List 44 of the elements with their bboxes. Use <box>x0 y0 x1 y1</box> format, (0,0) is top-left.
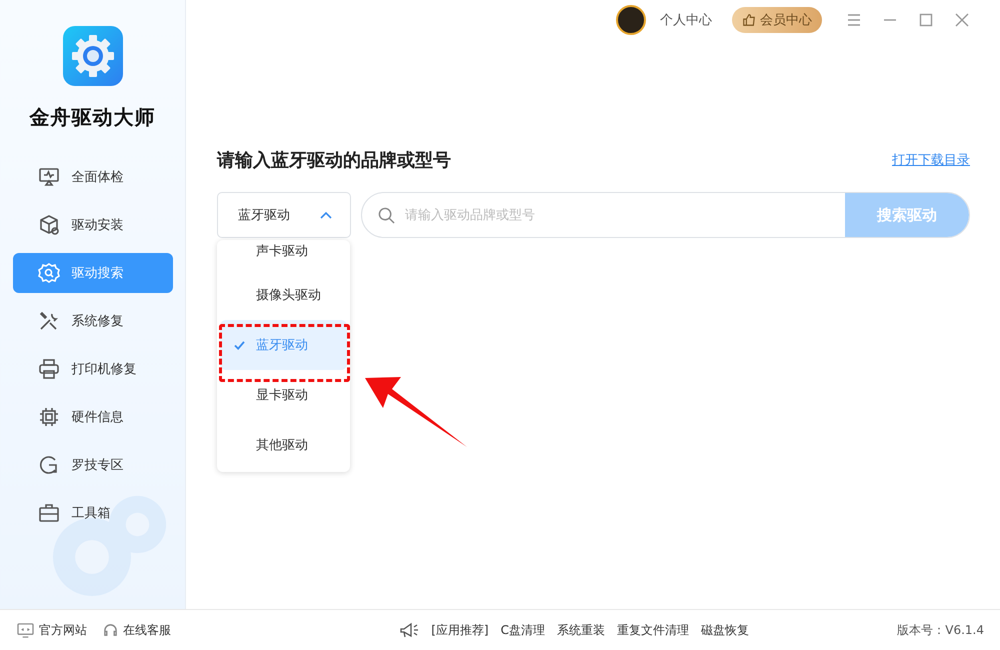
category-dropdown[interactable]: 蓝牙驱动 <box>217 192 351 238</box>
sidebar-item[interactable]: 系统修复 <box>12 301 172 341</box>
footer-link[interactable]: 官方网站 <box>17 622 87 638</box>
sidebar-item[interactable]: 驱动安装 <box>12 205 172 245</box>
headset-icon <box>103 622 118 638</box>
dropdown-option[interactable]: 其他驱动 <box>220 420 347 470</box>
box-gear-icon <box>38 214 60 236</box>
menu-icon[interactable] <box>846 12 862 28</box>
sidebar-item[interactable]: 打印机修复 <box>12 349 172 389</box>
promo-link[interactable]: 磁盘恢复 <box>701 622 749 638</box>
monitor-icon <box>17 622 34 638</box>
maximize-icon[interactable] <box>918 12 934 28</box>
promo-link[interactable]: 重复文件清理 <box>617 622 689 638</box>
toolbox-icon <box>38 502 60 524</box>
sidebar-item[interactable]: 工具箱 <box>12 493 172 533</box>
promo-label: [应用推荐] <box>431 622 489 638</box>
vip-button[interactable]: 会员中心 <box>732 7 822 33</box>
dropdown-option[interactable]: 声卡驱动 <box>220 242 347 270</box>
promo-link[interactable]: 系统重装 <box>557 622 605 638</box>
gear-logo-icon <box>62 26 122 86</box>
app-name: 金舟驱动大师 <box>30 104 156 131</box>
megaphone-icon <box>399 622 420 638</box>
gear-search-icon <box>38 262 60 284</box>
dropdown-option[interactable]: 显卡驱动 <box>220 370 347 420</box>
close-icon[interactable] <box>954 12 970 28</box>
chip-icon <box>38 406 60 428</box>
tools-icon <box>38 310 60 332</box>
printer-icon <box>38 358 60 380</box>
version-text: 版本号：V6.1.4 <box>897 622 984 638</box>
check-icon <box>234 340 245 350</box>
sidebar-item[interactable]: 硬件信息 <box>12 397 172 437</box>
sidebar-item[interactable]: 罗技专区 <box>12 445 172 485</box>
avatar[interactable] <box>616 5 646 35</box>
monitor-icon <box>38 166 60 188</box>
footer-link[interactable]: 在线客服 <box>103 622 171 638</box>
dropdown-option[interactable]: 摄像头驱动 <box>220 270 347 320</box>
search-title: 请输入蓝牙驱动的品牌或型号 <box>217 149 451 172</box>
download-folder-link[interactable]: 打开下载目录 <box>892 151 970 169</box>
caret-icon <box>320 211 332 219</box>
account-link[interactable]: 个人中心 <box>660 11 712 29</box>
search-icon <box>378 206 395 224</box>
thumbs-up-icon <box>742 13 756 27</box>
sidebar-item[interactable]: 全面体检 <box>12 157 172 197</box>
promo-link[interactable]: C盘清理 <box>500 622 545 638</box>
